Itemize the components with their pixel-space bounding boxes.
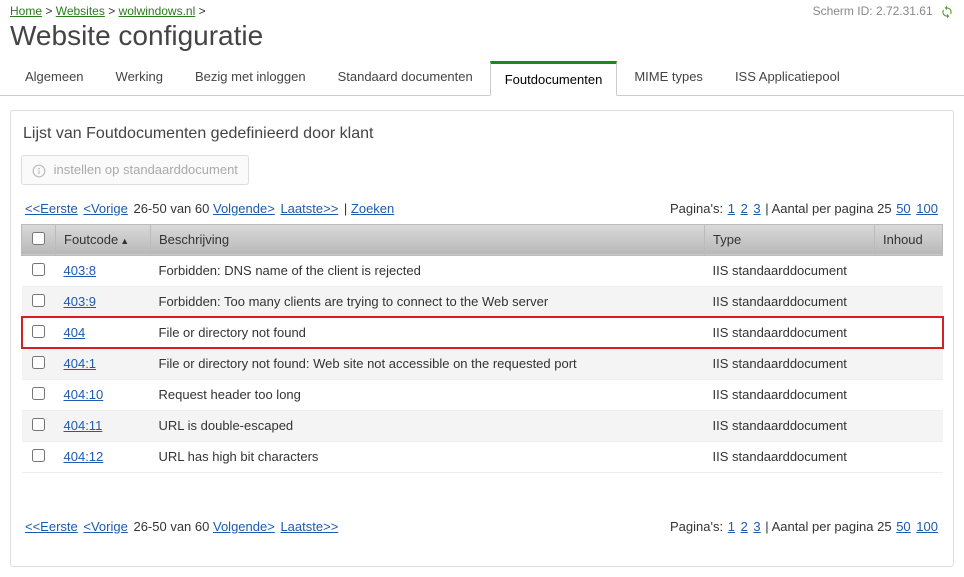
pager-first[interactable]: <<Eerste — [25, 519, 78, 534]
error-type: IIS standaarddocument — [705, 317, 875, 348]
error-desc: URL has high bit characters — [151, 441, 705, 472]
tab-mime[interactable]: MIME types — [619, 60, 718, 95]
tab-apppool[interactable]: ISS Applicatiepool — [720, 60, 855, 95]
error-docs-table: Foutcode▲ Beschrijving Type Inhoud 403:8… — [21, 224, 943, 473]
error-desc: File or directory not found — [151, 317, 705, 348]
error-desc: File or directory not found: Web site no… — [151, 348, 705, 379]
table-row: 404:1 File or directory not found: Web si… — [22, 348, 943, 379]
page-link[interactable]: 3 — [753, 201, 760, 216]
sort-asc-icon: ▲ — [120, 236, 129, 246]
pager-top: <<Eerste <Vorige 26-50 van 60 Volgende> … — [21, 195, 943, 222]
page-link[interactable]: 2 — [741, 519, 748, 534]
perpage-link[interactable]: 50 — [896, 519, 910, 534]
error-content — [875, 379, 943, 410]
page-link[interactable]: 2 — [741, 201, 748, 216]
breadcrumb-link[interactable]: Websites — [56, 4, 105, 18]
row-checkbox[interactable] — [32, 449, 45, 462]
error-code-link[interactable]: 404:11 — [64, 418, 103, 433]
pager-prev[interactable]: <Vorige — [83, 519, 127, 534]
tab-login[interactable]: Bezig met inloggen — [180, 60, 321, 95]
error-desc: Forbidden: Too many clients are trying t… — [151, 286, 705, 317]
error-type: IIS standaarddocument — [705, 441, 875, 472]
tab-bar: Algemeen Werking Bezig met inloggen Stan… — [0, 60, 964, 96]
col-code[interactable]: Foutcode▲ — [56, 224, 151, 255]
error-code-link[interactable]: 403:9 — [64, 294, 97, 309]
breadcrumb-link[interactable]: wolwindows.nl — [119, 4, 196, 18]
error-desc: URL is double-escaped — [151, 410, 705, 441]
error-content — [875, 255, 943, 286]
pager-search[interactable]: Zoeken — [351, 201, 394, 216]
pager-prev[interactable]: <Vorige — [83, 201, 127, 216]
tab-working[interactable]: Werking — [101, 60, 178, 95]
table-row: 404:11 URL is double-escapedIIS standaard… — [22, 410, 943, 441]
pager-range: 26-50 van 60 — [133, 519, 209, 534]
tab-error-docs[interactable]: Foutdocumenten — [490, 61, 618, 96]
error-code-link[interactable]: 404:12 — [64, 449, 104, 464]
error-code-link[interactable]: 404:10 — [64, 387, 104, 402]
col-content[interactable]: Inhoud — [875, 224, 943, 255]
pager-next[interactable]: Volgende> — [213, 519, 275, 534]
row-checkbox[interactable] — [32, 356, 45, 369]
error-code-link[interactable]: 404:1 — [64, 356, 97, 371]
table-row: 404:12 URL has high bit charactersIIS sta… — [22, 441, 943, 472]
perpage-link[interactable]: 100 — [916, 201, 938, 216]
pager-last[interactable]: Laatste>> — [280, 519, 338, 534]
perpage-link[interactable]: 50 — [896, 201, 910, 216]
page-link[interactable]: 3 — [753, 519, 760, 534]
info-icon — [32, 164, 46, 178]
row-checkbox[interactable] — [32, 325, 45, 338]
error-content — [875, 348, 943, 379]
tab-std-docs[interactable]: Standaard documenten — [323, 60, 488, 95]
page-link[interactable]: 1 — [728, 201, 735, 216]
error-type: IIS standaarddocument — [705, 348, 875, 379]
page-title: Website configuratie — [0, 20, 964, 60]
error-type: IIS standaarddocument — [705, 286, 875, 317]
table-row: 404 File or directory not foundIIS standa… — [22, 317, 943, 348]
select-all-checkbox[interactable] — [32, 232, 45, 245]
row-checkbox[interactable] — [32, 418, 45, 431]
error-docs-panel: Lijst van Foutdocumenten gedefinieerd do… — [10, 110, 954, 567]
table-row: 403:8 Forbidden: DNS name of the client i… — [22, 255, 943, 286]
error-type: IIS standaarddocument — [705, 410, 875, 441]
screen-id: Scherm ID: 2.72.31.61 — [813, 4, 954, 19]
table-row: 403:9 Forbidden: Too many clients are try… — [22, 286, 943, 317]
col-type[interactable]: Type — [705, 224, 875, 255]
pager-range: 26-50 van 60 — [133, 201, 209, 216]
error-content — [875, 410, 943, 441]
pager-last[interactable]: Laatste>> — [280, 201, 338, 216]
table-row: 404:10 Request header too longIIS standaa… — [22, 379, 943, 410]
row-checkbox[interactable] — [32, 294, 45, 307]
pager-bottom: <<Eerste <Vorige 26-50 van 60 Volgende> … — [21, 513, 943, 540]
error-content — [875, 317, 943, 348]
error-type: IIS standaarddocument — [705, 255, 875, 286]
tab-general[interactable]: Algemeen — [10, 60, 99, 95]
row-checkbox[interactable] — [32, 387, 45, 400]
set-default-button[interactable]: instellen op standaarddocument — [21, 155, 249, 185]
error-code-link[interactable]: 403:8 — [64, 263, 97, 278]
error-type: IIS standaarddocument — [705, 379, 875, 410]
error-content — [875, 286, 943, 317]
pager-first[interactable]: <<Eerste — [25, 201, 78, 216]
pager-next[interactable]: Volgende> — [213, 201, 275, 216]
panel-title: Lijst van Foutdocumenten gedefinieerd do… — [21, 121, 943, 155]
row-checkbox[interactable] — [32, 263, 45, 276]
error-desc: Request header too long — [151, 379, 705, 410]
perpage-link[interactable]: 100 — [916, 519, 938, 534]
page-link[interactable]: 1 — [728, 519, 735, 534]
col-desc[interactable]: Beschrijving — [151, 224, 705, 255]
error-code-link[interactable]: 404 — [64, 325, 86, 340]
error-content — [875, 441, 943, 472]
error-desc: Forbidden: DNS name of the client is rej… — [151, 255, 705, 286]
breadcrumb-link[interactable]: Home — [10, 4, 42, 18]
refresh-icon[interactable] — [940, 5, 954, 19]
